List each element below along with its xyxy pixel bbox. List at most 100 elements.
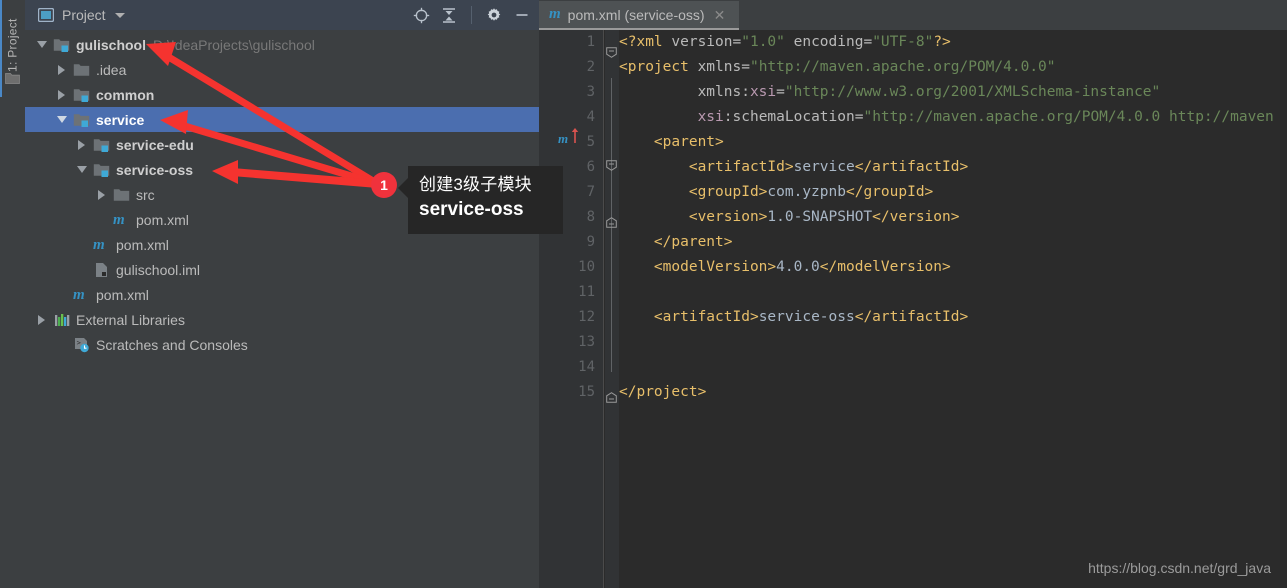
collapse-all-icon[interactable] (440, 6, 458, 24)
fold-marker-line15[interactable] (606, 390, 617, 403)
maven-icon: m (549, 6, 561, 22)
line-number: 14 (578, 359, 595, 375)
watermark: https://blog.csdn.net/grd_java (1088, 560, 1271, 576)
tree-item-label: gulischool.iml (116, 261, 201, 278)
code-token: "UTF-8" (872, 34, 934, 50)
maven-changed-marker-icon (571, 128, 579, 149)
module-folder-icon (73, 87, 91, 103)
code-token: xmlns: (619, 84, 750, 100)
tree-row[interactable]: External Libraries (25, 307, 539, 332)
tree-item-label: pom.xml (116, 236, 169, 253)
line-number: 10 (578, 259, 595, 275)
chevron-down-icon[interactable] (57, 115, 67, 124)
code-line: <?xml version="1.0" encoding="UTF-8"?> (619, 30, 1287, 55)
code-token: service (793, 159, 855, 175)
code-line: <parent> (619, 130, 1287, 155)
code-token: com.yzpnb (767, 184, 846, 200)
line-number: 1 (586, 34, 595, 50)
tree-row[interactable]: service (25, 107, 539, 132)
project-tool-window: Project gulischool D:\IdeaProjects\gulis… (25, 0, 539, 588)
tree-row[interactable]: m pom.xml (25, 232, 539, 257)
settings-gear-icon[interactable] (485, 6, 503, 24)
code-token: :schemaLocation= (723, 109, 864, 125)
locate-in-tree-icon[interactable] (412, 6, 430, 24)
tree-item-label: Scratches and Consoles (96, 336, 248, 353)
idea-window: 1: Project Project gulischool D:\IdeaPro… (0, 0, 1287, 588)
tree-row[interactable]: m pom.xml (25, 282, 539, 307)
tree-item-label: pom.xml (96, 286, 149, 303)
chevron-right-icon[interactable] (57, 65, 66, 75)
code-token: ?> (933, 34, 951, 50)
tree-row[interactable]: common (25, 82, 539, 107)
editor-tab-pom-xml[interactable]: m pom.xml (service-oss) ✕ (539, 1, 739, 30)
code-token: "http://www.w3.org/2001/XMLSchema-instan… (784, 84, 1161, 100)
maven-icon: m (73, 286, 85, 303)
maven-icon: m (93, 236, 105, 253)
module-folder-icon (93, 162, 111, 178)
editor-tab-label: pom.xml (service-oss) (567, 6, 705, 23)
code-folding-rail[interactable] (605, 30, 619, 588)
tree-row[interactable]: gulischool.iml (25, 257, 539, 282)
code-token: </version> (872, 209, 960, 225)
code-token: </parent> (619, 234, 733, 250)
chevron-down-icon[interactable] (114, 12, 125, 18)
code-line: <artifactId>service</artifactId> (619, 155, 1287, 180)
tree-item-label: service-oss (116, 161, 194, 178)
chevron-right-icon[interactable] (57, 90, 66, 100)
panel-toolbar (412, 0, 531, 30)
left-tool-strip: 1: Project (0, 0, 26, 588)
chevron-down-icon[interactable] (37, 40, 47, 49)
tree-row[interactable]: gulischool D:\IdeaProjects\gulischool (25, 32, 539, 57)
project-window-icon (37, 7, 55, 23)
tree-item-label: service-edu (116, 136, 194, 153)
tree-item-label: External Libraries (76, 311, 185, 328)
tree-row[interactable]: > Scratches and Consoles (25, 332, 539, 357)
chevron-down-icon[interactable] (77, 165, 87, 174)
chevron-right-icon[interactable] (77, 140, 86, 150)
fold-marker-line5[interactable] (606, 158, 617, 171)
code-token: <parent> (619, 134, 724, 150)
hide-icon[interactable] (513, 6, 531, 24)
code-token: 4.0.0 (776, 259, 820, 275)
code-token: <project (619, 59, 698, 75)
iml-file-icon (93, 262, 111, 278)
fold-region-line-parent (611, 170, 612, 212)
code-token: xsi (697, 109, 724, 125)
tree-row[interactable]: service-edu (25, 132, 539, 157)
module-folder-icon (73, 112, 91, 128)
svg-text:>: > (77, 339, 81, 347)
chevron-right-icon[interactable] (97, 190, 106, 200)
folder-icon[interactable] (5, 72, 20, 85)
line-number: 15 (578, 384, 595, 400)
code-token: </project> (619, 384, 707, 400)
fold-marker-line2[interactable] (606, 45, 617, 58)
line-number: 4 (586, 109, 595, 125)
code-token: "http://maven.apache.org/POM/4.0.0" (749, 59, 1056, 75)
code-content[interactable]: <?xml version="1.0" encoding="UTF-8"?> <p… (619, 30, 1287, 588)
code-line: </project> (619, 380, 1287, 405)
project-panel-header: Project (25, 0, 539, 30)
close-icon[interactable]: ✕ (714, 8, 726, 22)
annotation-badge: 1 (371, 172, 397, 198)
code-token: </artifactId> (854, 309, 969, 325)
tree-item-label: common (96, 86, 155, 103)
code-token: = (776, 84, 785, 100)
line-number: 11 (578, 284, 595, 300)
tree-row[interactable]: .idea (25, 57, 539, 82)
code-token: service-oss (758, 309, 855, 325)
panel-title: Project (62, 7, 106, 23)
fold-marker-line9[interactable] (606, 215, 617, 228)
gutter-divider (603, 30, 604, 588)
annotation-callout: 创建3级子模块 service-oss (408, 166, 563, 234)
maven-reimport-icon[interactable]: m (558, 131, 568, 147)
tree-item-label: service (96, 111, 145, 128)
code-line: <project xmlns="http://maven.apache.org/… (619, 55, 1287, 80)
code-line: <groupId>com.yzpnb</groupId> (619, 180, 1287, 205)
chevron-right-icon[interactable] (37, 315, 46, 325)
editor-tab-bar: m pom.xml (service-oss) ✕ (539, 0, 1287, 30)
line-number: 13 (578, 334, 595, 350)
